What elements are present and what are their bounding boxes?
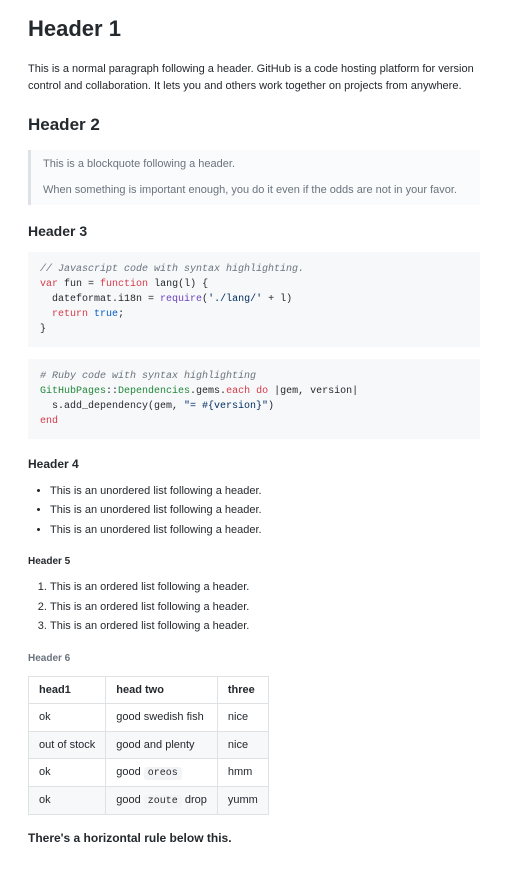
header-3: Header 3: [28, 221, 480, 242]
inline-code: oreos: [144, 767, 182, 780]
table-cell: nice: [217, 704, 268, 732]
table-cell: good oreos: [106, 759, 218, 787]
intro-paragraph: This is a normal paragraph following a h…: [28, 61, 480, 94]
inline-code: zoute: [144, 795, 182, 808]
header-1: Header 1: [28, 12, 480, 47]
list-item: This is an unordered list following a he…: [50, 483, 480, 500]
blockquote: This is a blockquote following a header.…: [28, 150, 480, 205]
hr-heading: There's a horizontal rule below this.: [28, 829, 480, 847]
table-cell: yumm: [217, 787, 268, 815]
table-cell: hmm: [217, 759, 268, 787]
table-cell: out of stock: [29, 731, 106, 759]
header-2: Header 2: [28, 112, 480, 140]
list-item: This is an ordered list following a head…: [50, 618, 480, 635]
table-cell: ok: [29, 787, 106, 815]
table-row: ok good zoute drop yumm: [29, 787, 269, 815]
table-cell: good zoute drop: [106, 787, 218, 815]
header-5: Header 5: [28, 554, 480, 569]
ordered-list: This is an ordered list following a head…: [28, 579, 480, 635]
table-cell: nice: [217, 731, 268, 759]
unordered-list: This is an unordered list following a he…: [28, 483, 480, 539]
data-table: head1 head two three ok good swedish fis…: [28, 676, 269, 816]
list-item: This is an ordered list following a head…: [50, 599, 480, 616]
table-header: three: [217, 676, 268, 704]
table-cell: ok: [29, 704, 106, 732]
code-block-js: // Javascript code with syntax highlight…: [28, 252, 480, 347]
table-row: out of stock good and plenty nice: [29, 731, 269, 759]
code-block-ruby: # Ruby code with syntax highlighting Git…: [28, 359, 480, 439]
header-4: Header 4: [28, 455, 480, 473]
table-cell: ok: [29, 759, 106, 787]
blockquote-line: This is a blockquote following a header.: [43, 156, 468, 173]
table-cell: good swedish fish: [106, 704, 218, 732]
table-header: head1: [29, 676, 106, 704]
list-item: This is an unordered list following a he…: [50, 502, 480, 519]
blockquote-line: When something is important enough, you …: [43, 182, 468, 199]
table-cell: good and plenty: [106, 731, 218, 759]
list-item: This is an unordered list following a he…: [50, 522, 480, 539]
header-6: Header 6: [28, 651, 480, 666]
list-item: This is an ordered list following a head…: [50, 579, 480, 596]
table-row: ok good oreos hmm: [29, 759, 269, 787]
table-row: ok good swedish fish nice: [29, 704, 269, 732]
table-header: head two: [106, 676, 218, 704]
